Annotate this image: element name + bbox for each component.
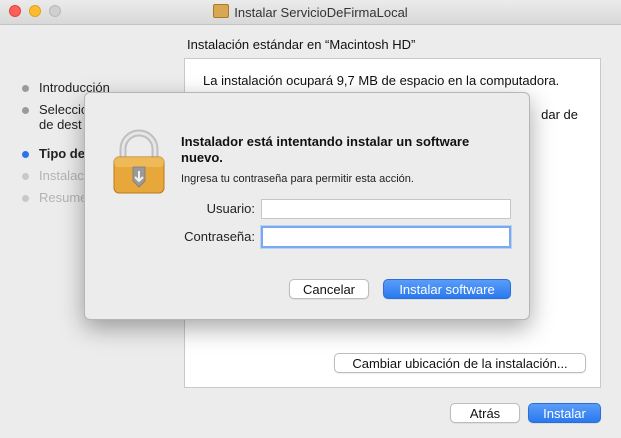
password-field[interactable]	[261, 226, 511, 248]
lock-icon	[113, 129, 165, 194]
install-software-button[interactable]: Instalar software	[383, 279, 511, 299]
step-label: Tipo de	[39, 146, 85, 161]
username-label: Usuario:	[206, 201, 255, 216]
cancel-button[interactable]: Cancelar	[289, 279, 369, 299]
title-bar: Instalar ServicioDeFirmaLocal	[0, 0, 621, 25]
change-location-button[interactable]: Cambiar ubicación de la instalación...	[334, 353, 586, 373]
window-title: Instalar ServicioDeFirmaLocal	[234, 5, 408, 20]
package-icon	[213, 4, 230, 18]
dialog-title: Instalador está intentando instalar un s…	[181, 134, 470, 165]
page-header: Instalación estándar en “Macintosh HD”	[187, 37, 416, 52]
step-dot-icon	[22, 195, 29, 202]
auth-dialog: Instalador está intentando instalar un s…	[84, 92, 530, 320]
install-text-partial: dar de	[541, 107, 578, 122]
step-dot-icon	[22, 85, 29, 92]
step-label: Instalac	[39, 168, 84, 183]
step-label: Resume	[39, 190, 88, 205]
install-button[interactable]: Instalar	[528, 403, 601, 423]
install-size-text: La instalación ocupará 9,7 MB de espacio…	[203, 73, 560, 88]
step-dot-icon	[22, 173, 29, 180]
password-label: Contraseña:	[184, 229, 255, 244]
window-title-area: Instalar ServicioDeFirmaLocal	[0, 4, 621, 20]
step-dot-icon	[22, 107, 29, 114]
back-button[interactable]: Atrás	[450, 403, 520, 423]
username-field[interactable]	[261, 199, 511, 219]
step-dot-icon	[22, 151, 29, 158]
installer-window: Instalar ServicioDeFirmaLocal Instalació…	[0, 0, 621, 438]
dialog-message: Ingresa tu contraseña para permitir esta…	[181, 173, 414, 185]
